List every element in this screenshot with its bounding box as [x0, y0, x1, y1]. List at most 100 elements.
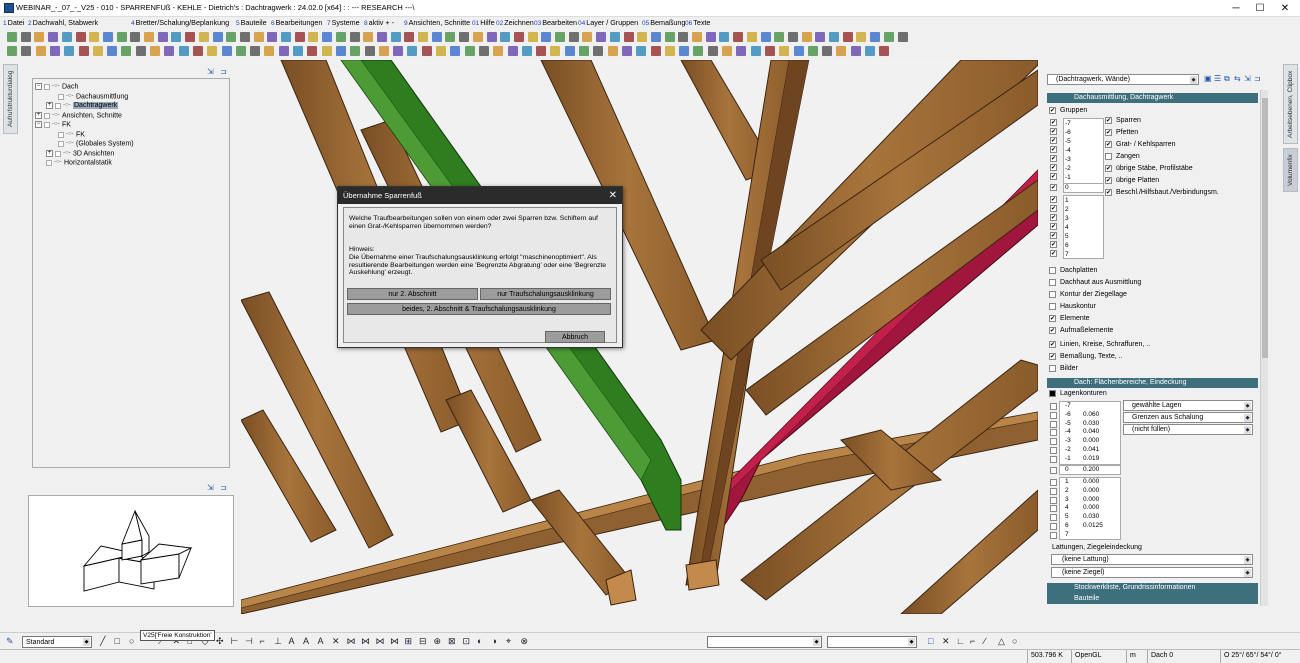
- rafter-icon[interactable]: [897, 32, 908, 42]
- print-icon[interactable]: [736, 46, 747, 56]
- lagen-checkbox[interactable]: [1050, 438, 1057, 446]
- pin-icon[interactable]: ⊐: [1254, 74, 1261, 83]
- save-icon[interactable]: [34, 32, 45, 42]
- checkbox[interactable]: [1105, 152, 1112, 160]
- option-uebrige-platten[interactable]: ✔ übrige Platten: [1105, 176, 1159, 186]
- chamfer-icon[interactable]: ⌐: [970, 636, 975, 647]
- copy-icon[interactable]: ⧉: [1224, 74, 1230, 84]
- tab-arbeitsebenen[interactable]: Arbeitsebenen, Clipbox: [1283, 64, 1298, 144]
- gruppen-checkbox[interactable]: ✔: [1050, 250, 1057, 257]
- bottom-tool-icon[interactable]: ◑: [492, 636, 497, 647]
- mirror-icon[interactable]: [865, 46, 875, 56]
- collapse-icon[interactable]: −: [35, 121, 42, 128]
- tree-checkbox[interactable]: [55, 102, 61, 109]
- undo-icon[interactable]: [760, 32, 771, 42]
- cut-icon[interactable]: [407, 46, 418, 56]
- checkbox[interactable]: ✔: [1105, 176, 1112, 184]
- rotate-icon[interactable]: [815, 32, 826, 42]
- rotate-icon[interactable]: [850, 46, 861, 56]
- move-icon[interactable]: [801, 32, 812, 42]
- view-icon[interactable]: [335, 46, 346, 56]
- measure-icon[interactable]: [536, 46, 547, 56]
- maximize-button[interactable]: ☐: [1249, 1, 1271, 16]
- open-icon[interactable]: [349, 32, 360, 42]
- cut-tool-icon[interactable]: [278, 46, 289, 56]
- gruppen-neg-list[interactable]: -7 -6 -5 -4 -3 -2 -1: [1063, 118, 1104, 185]
- checkbox[interactable]: ✔: [1049, 340, 1056, 348]
- tree-checkbox[interactable]: [44, 112, 50, 119]
- save-icon[interactable]: [35, 46, 46, 56]
- save-icon[interactable]: [378, 46, 389, 56]
- option-bemassung[interactable]: ✔ Bemaßung, Texte, ..: [1049, 352, 1123, 362]
- list-icon[interactable]: ☰: [1214, 74, 1221, 83]
- mirror-icon[interactable]: [829, 32, 839, 42]
- new-icon[interactable]: [7, 32, 17, 42]
- paste-icon[interactable]: [746, 32, 757, 42]
- paste-icon[interactable]: [418, 32, 428, 42]
- select-icon[interactable]: [135, 46, 146, 56]
- copy-icon[interactable]: [733, 32, 744, 42]
- bottom-tool-icon[interactable]: ⊢: [231, 636, 239, 647]
- text-icon[interactable]: [623, 32, 634, 42]
- menu-systeme[interactable]: 7Systeme: [327, 18, 360, 27]
- new-icon[interactable]: [693, 46, 704, 56]
- cut-icon[interactable]: [61, 32, 72, 42]
- menu-zeichnen[interactable]: 02Zeichnen: [496, 18, 534, 27]
- redo-icon[interactable]: [121, 46, 132, 56]
- open-icon[interactable]: [21, 46, 32, 56]
- menu-aktiv[interactable]: 8aktiv + -: [364, 18, 394, 27]
- rotate-icon[interactable]: [164, 46, 175, 56]
- checkbox[interactable]: ✔: [1105, 128, 1112, 136]
- nur-traufschalungsausklinkung-button[interactable]: nur Traufschalungsausklinkung: [480, 288, 611, 300]
- bottom-tool-icon[interactable]: A: [303, 636, 309, 647]
- checkbox[interactable]: ✔: [1105, 188, 1112, 196]
- drill-icon[interactable]: [281, 32, 291, 42]
- lagen-checkbox[interactable]: [1050, 487, 1057, 495]
- lagen-checkbox[interactable]: [1050, 429, 1057, 437]
- expand-icon[interactable]: +: [46, 150, 53, 157]
- cut-icon[interactable]: [64, 46, 75, 56]
- layer-combo[interactable]: (Dachtragwerk, Wände) ◆: [1047, 74, 1199, 85]
- cut-icon[interactable]: [390, 32, 401, 42]
- layer-icon[interactable]: [221, 46, 232, 56]
- bottom-tool-icon[interactable]: ⋈: [347, 636, 356, 647]
- option-kontur-ziegellage[interactable]: Kontur der Ziegellage: [1049, 290, 1127, 300]
- triangle-icon[interactable]: △: [998, 636, 1005, 647]
- zoom-icon[interactable]: [207, 46, 218, 56]
- paste-icon[interactable]: [92, 46, 103, 56]
- mirror-icon[interactable]: [500, 32, 511, 42]
- new-icon[interactable]: [335, 32, 346, 42]
- beam-icon[interactable]: [555, 32, 565, 42]
- checkbox[interactable]: ✔: [1105, 116, 1112, 124]
- lagen-checkbox[interactable]: [1050, 447, 1057, 454]
- expand-icon[interactable]: +: [35, 112, 42, 119]
- bottom-tool-icon[interactable]: ○: [129, 636, 134, 647]
- lagenkonturen-row[interactable]: Lagenkonturen: [1049, 389, 1107, 399]
- dialog-close-icon[interactable]: ✕: [609, 187, 617, 204]
- menu-bemassung[interactable]: 05Bemaßung: [642, 18, 685, 27]
- gruppen-checkbox[interactable]: ✔: [1050, 128, 1057, 135]
- tree-item-globales-system[interactable]: -○- (Globales System): [58, 139, 134, 148]
- tree-checkbox[interactable]: [44, 83, 50, 90]
- tree-checkbox[interactable]: [44, 121, 50, 128]
- arrow-icon[interactable]: ⇆: [1234, 74, 1241, 83]
- menu-hilfe[interactable]: 01Hilfe: [472, 18, 495, 27]
- option-hauskontur[interactable]: Hauskontur: [1049, 302, 1096, 312]
- line-style-combo[interactable]: Standard ◆: [22, 636, 92, 648]
- measure-icon[interactable]: [192, 46, 203, 56]
- menu-bearbeitungen[interactable]: 6Bearbeitungen: [271, 18, 322, 27]
- bottom-tool-icon[interactable]: ⋈: [390, 636, 399, 647]
- option-bilder[interactable]: Bilder: [1049, 364, 1078, 374]
- checkbox[interactable]: [1049, 278, 1056, 286]
- menu-bauteile[interactable]: 5Bauteile: [236, 18, 267, 27]
- undo-icon[interactable]: [107, 46, 118, 56]
- rectangle-icon[interactable]: □: [928, 636, 933, 647]
- bottom-tool-icon[interactable]: ⊗: [521, 636, 529, 647]
- bottom-tool-icon[interactable]: ⊞: [405, 636, 413, 647]
- beam-icon[interactable]: [235, 46, 246, 56]
- bottom-tool-icon[interactable]: ◐: [477, 636, 482, 647]
- tab-volumenfix[interactable]: Volumenfix: [1283, 148, 1298, 192]
- bottom-tool-icon[interactable]: ⌐: [260, 636, 265, 647]
- select-icon[interactable]: [478, 46, 489, 56]
- lagen-checkbox[interactable]: [1050, 479, 1057, 486]
